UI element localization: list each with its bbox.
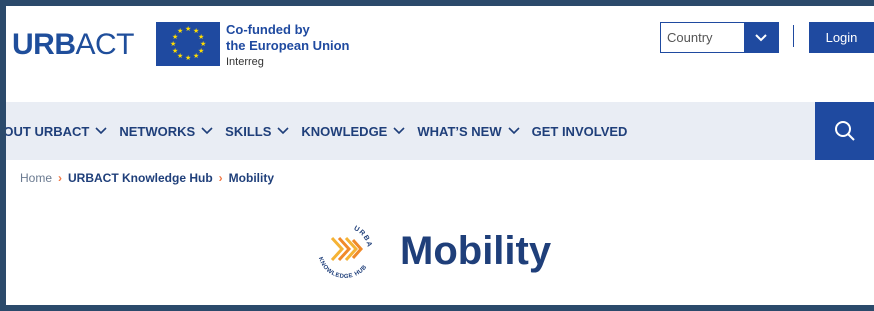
- nav-item-label: WHAT’S NEW: [417, 123, 502, 139]
- nav-item-label: KNOWLEDGE: [301, 123, 388, 139]
- chevron-down-icon[interactable]: [744, 23, 778, 52]
- eu-line3: Interreg: [226, 56, 264, 68]
- chevron-right-icon: ›: [218, 171, 223, 185]
- chevron-down-icon: [201, 127, 213, 135]
- nav-item-whats-new[interactable]: WHAT’S NEW: [417, 123, 520, 139]
- site-header: URBACT ★ ★ ★ ★ ★ ★ ★ ★ ★ ★ ★ ★ Co-funded…: [6, 6, 874, 102]
- eu-flag-icon: ★ ★ ★ ★ ★ ★ ★ ★ ★ ★ ★ ★: [156, 22, 220, 66]
- page-heading: URBACT KNOWLEDGE HUB Mobility: [310, 216, 551, 286]
- search-icon: [834, 121, 855, 141]
- knowledge-hub-logo-icon: URBACT KNOWLEDGE HUB: [310, 216, 373, 280]
- logo-bold: URB: [12, 28, 76, 61]
- chevron-down-icon: [393, 127, 405, 135]
- header-divider: [793, 25, 794, 47]
- hub-logo-top-text: URBACT: [310, 216, 372, 249]
- nav-item-get-involved[interactable]: GET INVOLVED: [532, 124, 628, 139]
- nav-item-skills[interactable]: SKILLS: [225, 124, 289, 139]
- nav-item-networks[interactable]: NETWORKS: [119, 124, 213, 139]
- eu-line1: Co-funded by: [226, 22, 310, 37]
- hub-logo-bottom-text: KNOWLEDGE HUB: [317, 256, 368, 280]
- nav-item-label: GET INVOLVED: [531, 123, 628, 139]
- page: URBACT ★ ★ ★ ★ ★ ★ ★ ★ ★ ★ ★ ★ Co-funded…: [6, 6, 874, 305]
- nav-item-about-urbact[interactable]: BOUT URBACT: [6, 124, 107, 139]
- eu-line2: the European Union: [226, 38, 350, 53]
- eu-text: Co-funded by the European Union Interreg: [226, 22, 350, 70]
- breadcrumb-current[interactable]: Mobility: [229, 171, 274, 185]
- logo-thin: ACT: [75, 28, 135, 61]
- nav-item-label: BOUT URBACT: [6, 123, 90, 139]
- chevron-right-icon: ›: [58, 171, 63, 185]
- nav-item-label: NETWORKS: [119, 123, 196, 139]
- login-button[interactable]: Login: [809, 22, 874, 53]
- chevron-down-icon: [508, 127, 520, 135]
- search-button[interactable]: [815, 102, 874, 160]
- main-nav: BOUT URBACT NETWORKS SKILLS KNOWLEDGE WH…: [6, 102, 874, 160]
- breadcrumb: Home › URBACT Knowledge Hub › Mobility: [20, 171, 274, 185]
- chevron-down-icon: [95, 127, 107, 135]
- breadcrumb-home[interactable]: Home: [20, 171, 52, 185]
- nav-item-knowledge[interactable]: KNOWLEDGE: [301, 124, 405, 139]
- svg-text:KNOWLEDGE HUB: KNOWLEDGE HUB: [317, 256, 369, 280]
- chevron-down-icon: [277, 127, 289, 135]
- breadcrumb-hub[interactable]: URBACT Knowledge Hub: [68, 171, 213, 185]
- page-title: Mobility: [400, 228, 552, 273]
- nav-item-label: SKILLS: [225, 123, 272, 139]
- eu-cofunded-badge: ★ ★ ★ ★ ★ ★ ★ ★ ★ ★ ★ ★ Co-funded by the…: [156, 22, 350, 70]
- country-select-label: Country: [667, 30, 713, 45]
- svg-text:URBACT: URBACT: [310, 216, 373, 249]
- urbact-logo[interactable]: URBACT: [12, 28, 134, 62]
- nav-items: BOUT URBACT NETWORKS SKILLS KNOWLEDGE WH…: [6, 102, 639, 160]
- country-select[interactable]: Country: [660, 22, 779, 53]
